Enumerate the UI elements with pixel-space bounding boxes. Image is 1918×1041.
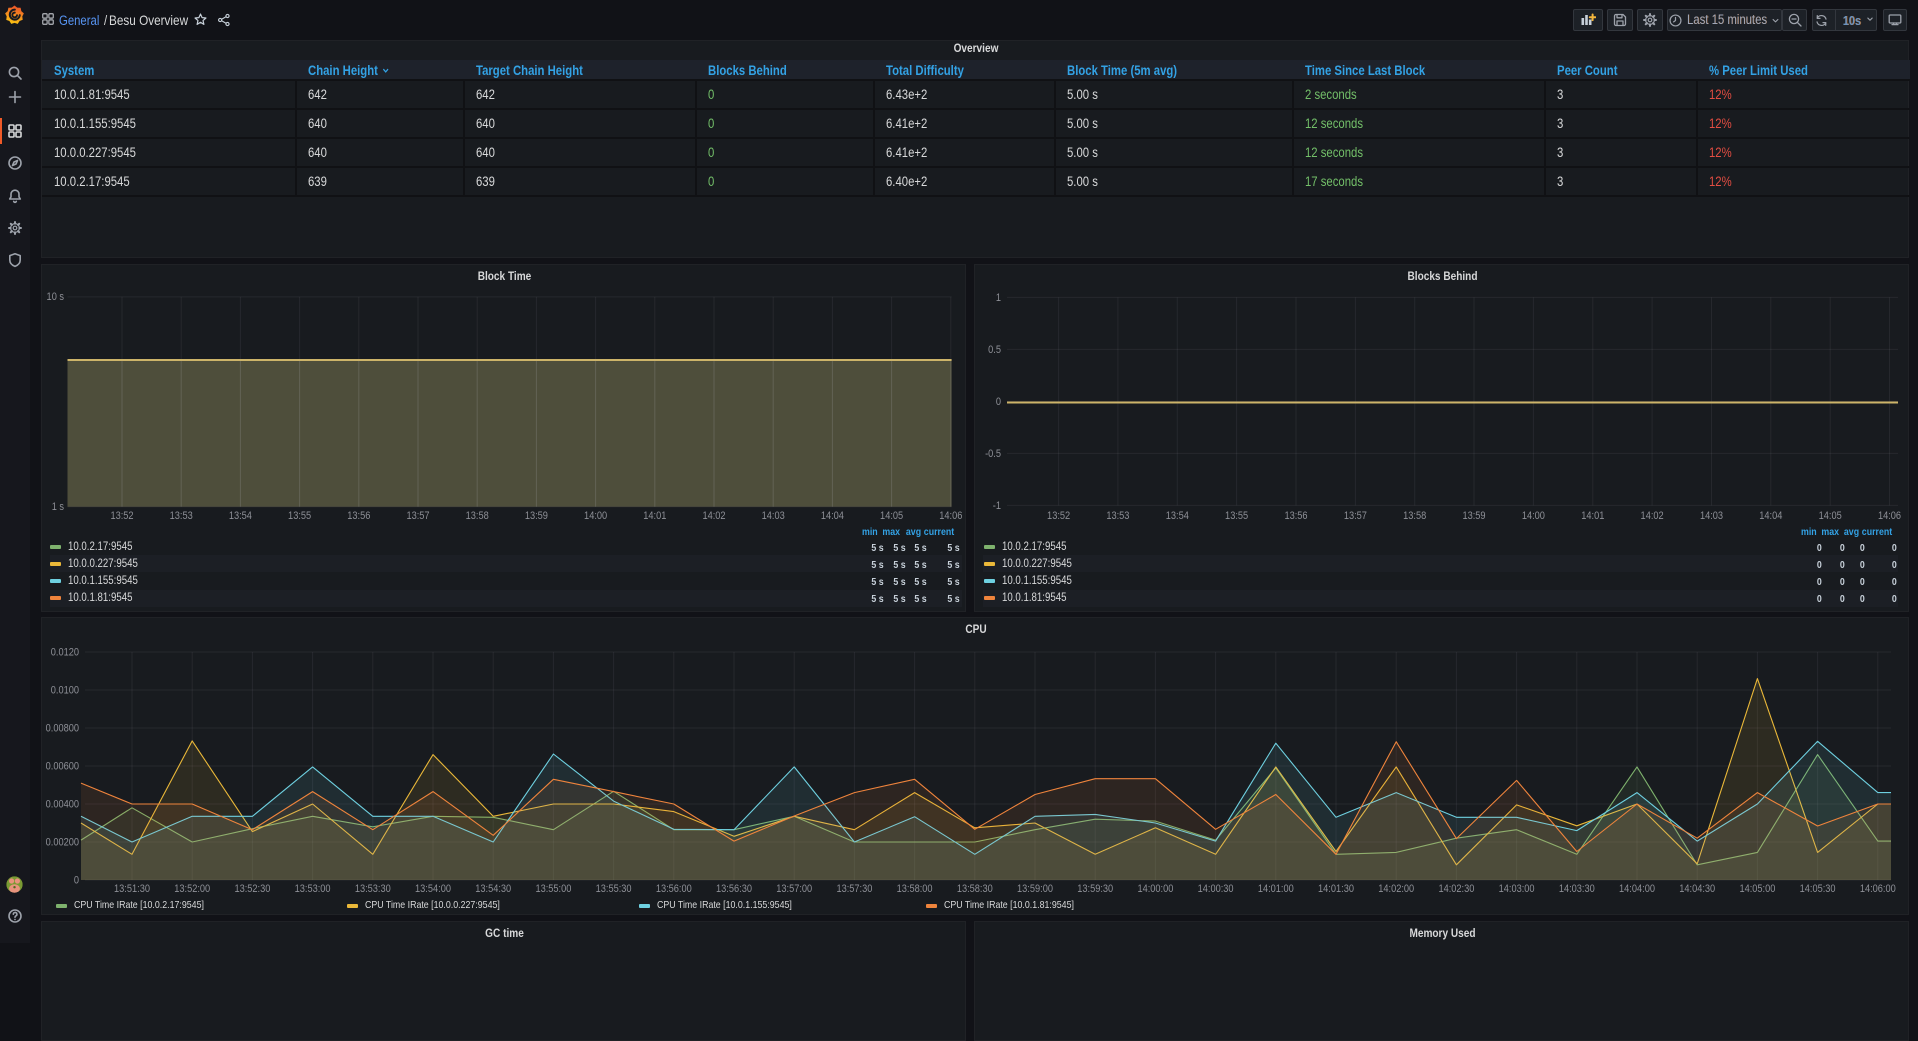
svg-text:13:56:00: 13:56:00: [656, 883, 692, 895]
svg-text:0.00800: 0.00800: [46, 723, 80, 735]
svg-text:13:54:00: 13:54:00: [415, 883, 451, 895]
svg-text:14:01:30: 14:01:30: [1318, 883, 1354, 895]
svg-text:14:05:00: 14:05:00: [1739, 883, 1775, 895]
svg-text:13:59: 13:59: [525, 510, 548, 522]
svg-text:14:04: 14:04: [1759, 510, 1782, 522]
svg-text:13:54: 13:54: [1166, 510, 1189, 522]
svg-text:10 s: 10 s: [47, 291, 64, 303]
svg-text:13:58: 13:58: [466, 510, 489, 522]
svg-text:1 s: 1 s: [52, 501, 64, 513]
svg-text:14:02: 14:02: [1641, 510, 1664, 522]
svg-text:13:52: 13:52: [110, 510, 133, 522]
svg-text:14:06:00: 14:06:00: [1860, 883, 1896, 895]
svg-text:14:03:30: 14:03:30: [1559, 883, 1595, 895]
svg-text:13:58: 13:58: [1403, 510, 1426, 522]
svg-text:14:05:30: 14:05:30: [1800, 883, 1836, 895]
svg-text:0.00400: 0.00400: [46, 799, 80, 811]
svg-text:0.00200: 0.00200: [46, 837, 80, 849]
svg-text:14:00:00: 14:00:00: [1137, 883, 1173, 895]
svg-text:14:00: 14:00: [584, 510, 607, 522]
svg-text:14:00:30: 14:00:30: [1198, 883, 1234, 895]
svg-text:13:55:00: 13:55:00: [535, 883, 571, 895]
svg-text:14:00: 14:00: [1522, 510, 1545, 522]
svg-text:13:52:30: 13:52:30: [234, 883, 270, 895]
svg-text:0.00600: 0.00600: [46, 761, 80, 773]
svg-text:13:53: 13:53: [1106, 510, 1129, 522]
svg-text:13:53:30: 13:53:30: [355, 883, 391, 895]
svg-text:13:55:30: 13:55:30: [596, 883, 632, 895]
svg-text:14:01: 14:01: [1581, 510, 1604, 522]
svg-text:13:52:00: 13:52:00: [174, 883, 210, 895]
svg-text:14:02:30: 14:02:30: [1438, 883, 1474, 895]
svg-text:0: 0: [996, 396, 1001, 408]
svg-text:0.0120: 0.0120: [51, 647, 80, 659]
svg-text:13:54:30: 13:54:30: [475, 883, 511, 895]
svg-text:14:04: 14:04: [821, 510, 844, 522]
svg-text:-0.5: -0.5: [985, 448, 1001, 460]
svg-text:14:01:00: 14:01:00: [1258, 883, 1294, 895]
svg-text:13:54: 13:54: [229, 510, 252, 522]
svg-text:13:59:30: 13:59:30: [1077, 883, 1113, 895]
svg-text:14:02:00: 14:02:00: [1378, 883, 1414, 895]
svg-text:13:55: 13:55: [288, 510, 311, 522]
svg-text:13:57: 13:57: [406, 510, 429, 522]
svg-text:13:58:00: 13:58:00: [897, 883, 933, 895]
svg-text:13:56: 13:56: [347, 510, 370, 522]
svg-text:14:03:00: 14:03:00: [1499, 883, 1535, 895]
svg-text:13:53: 13:53: [170, 510, 193, 522]
svg-text:13:58:30: 13:58:30: [957, 883, 993, 895]
svg-text:1: 1: [996, 292, 1001, 304]
svg-text:14:04:30: 14:04:30: [1679, 883, 1715, 895]
svg-text:14:01: 14:01: [643, 510, 666, 522]
svg-text:-1: -1: [993, 500, 1002, 512]
svg-text:13:51:30: 13:51:30: [114, 883, 150, 895]
svg-text:14:05: 14:05: [880, 510, 903, 522]
svg-text:0: 0: [74, 875, 79, 887]
svg-text:13:57:30: 13:57:30: [836, 883, 872, 895]
svg-text:0.5: 0.5: [988, 344, 1001, 356]
svg-text:13:56: 13:56: [1284, 510, 1307, 522]
svg-text:13:57: 13:57: [1344, 510, 1367, 522]
svg-text:13:53:00: 13:53:00: [295, 883, 331, 895]
svg-text:13:59:00: 13:59:00: [1017, 883, 1053, 895]
svg-text:14:06: 14:06: [939, 510, 962, 522]
svg-text:14:03: 14:03: [762, 510, 785, 522]
svg-text:14:04:00: 14:04:00: [1619, 883, 1655, 895]
svg-text:13:59: 13:59: [1462, 510, 1485, 522]
svg-text:14:05: 14:05: [1819, 510, 1842, 522]
svg-text:13:52: 13:52: [1047, 510, 1070, 522]
svg-text:13:56:30: 13:56:30: [716, 883, 752, 895]
svg-text:0.0100: 0.0100: [51, 685, 80, 697]
svg-text:14:03: 14:03: [1700, 510, 1723, 522]
svg-text:14:02: 14:02: [702, 510, 725, 522]
svg-text:14:06: 14:06: [1878, 510, 1901, 522]
svg-text:13:55: 13:55: [1225, 510, 1248, 522]
svg-text:13:57:00: 13:57:00: [776, 883, 812, 895]
